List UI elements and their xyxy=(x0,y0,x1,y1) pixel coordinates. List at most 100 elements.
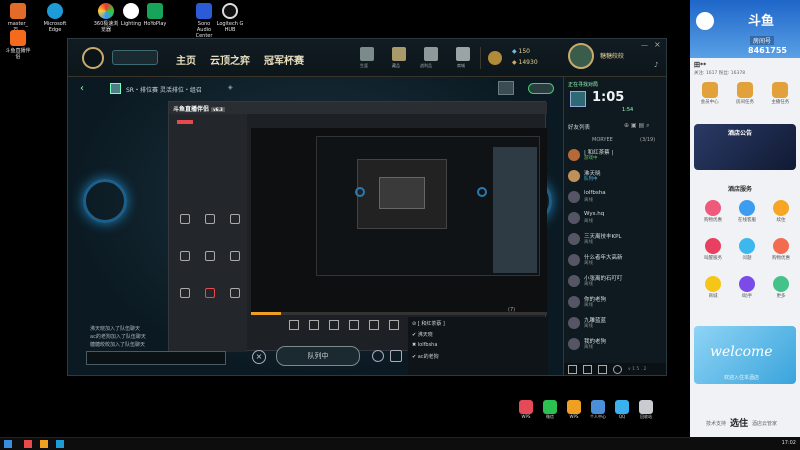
bell-icon[interactable]: ♪ xyxy=(654,61,658,69)
store-icon[interactable] xyxy=(456,47,470,61)
desktop-icon-360[interactable]: 360极速浏览器 xyxy=(92,3,120,33)
sidebar-tool-icon[interactable] xyxy=(204,287,215,298)
avatar[interactable] xyxy=(568,43,594,69)
sidebar-tool-icon[interactable] xyxy=(229,250,240,261)
preview-capture xyxy=(316,136,540,276)
league-top-bar: 主页 云顶之弈 冠军杯赛 生涯 藏品 战利品 商城 ◆ 150 ◆ 14930 … xyxy=(68,39,666,77)
sidebar-tool-icon[interactable] xyxy=(204,250,215,261)
service-item[interactable]: 在线客服 xyxy=(736,200,758,223)
taskbar-app[interactable] xyxy=(24,440,32,448)
profile-icon[interactable] xyxy=(360,47,374,61)
play-button[interactable] xyxy=(112,50,158,65)
toolbar-icon[interactable] xyxy=(329,320,339,330)
toolbar-icon[interactable] xyxy=(389,320,399,330)
friend-list-item[interactable]: 九雕蓝蓝 离线 xyxy=(568,315,664,331)
service-item[interactable]: 问题 xyxy=(736,238,758,261)
chat-icon[interactable] xyxy=(568,365,577,374)
sidebar-tool-icon[interactable] xyxy=(180,214,191,225)
dock-recycle[interactable]: 回收站 xyxy=(638,400,654,420)
service-item[interactable]: 叫醒服务 xyxy=(702,238,724,261)
friend-name: lolfbsha xyxy=(584,190,606,196)
edit-icon[interactable] xyxy=(372,350,384,362)
sidebar-tool-icon[interactable] xyxy=(204,214,215,225)
friend-avatar xyxy=(568,338,580,350)
tab-tft[interactable]: 云顶之弈 xyxy=(210,52,250,67)
in-queue-button[interactable]: 队列中 xyxy=(276,346,360,366)
friends-count: (3/19) xyxy=(640,137,656,143)
friend-list-item[interactable]: 小张离的石叮叮 离线 xyxy=(568,273,664,289)
toolbar-icon[interactable] xyxy=(309,320,319,330)
anchor-tasks[interactable]: 主播任务 xyxy=(769,82,791,122)
friend-avatar xyxy=(568,170,580,182)
sidebar-tool-icon[interactable] xyxy=(229,287,240,298)
friend-status: 离线 xyxy=(584,219,593,224)
minimize-icon[interactable]: — xyxy=(641,41,648,49)
dock-wechat[interactable]: 微信 xyxy=(542,400,558,420)
mic-icon[interactable] xyxy=(598,365,607,374)
close-icon[interactable]: × xyxy=(654,40,661,49)
friend-list-item[interactable]: 沸天晓 队列中 xyxy=(568,168,664,184)
start-icon[interactable] xyxy=(4,440,12,448)
grid-icon[interactable] xyxy=(390,350,402,362)
cancel-queue-button[interactable]: × xyxy=(252,350,266,364)
sidebar-tool-icon[interactable] xyxy=(180,287,191,298)
friends-group[interactable]: MORYEE xyxy=(592,137,613,143)
desktop-icon-ghub[interactable]: Logitech G HUB xyxy=(216,3,244,33)
sidebar-tab-active[interactable] xyxy=(177,120,193,124)
toolbar-icon[interactable] xyxy=(289,320,299,330)
sidebar-tool-icon[interactable] xyxy=(229,214,240,225)
service-item[interactable]: 购物优惠 xyxy=(770,238,792,261)
service-item[interactable]: 更多 xyxy=(770,276,792,299)
taskbar-app[interactable] xyxy=(40,440,48,448)
stream-app-window: 斗鱼直播伴侣 v6.3 xyxy=(168,101,547,352)
service-item[interactable]: 商城 xyxy=(702,276,724,299)
service-label: 购物优惠 xyxy=(704,218,722,223)
dock-personal[interactable]: 个人中心 xyxy=(590,400,606,420)
desktop-icon-master[interactable]: master_万... xyxy=(4,3,32,33)
service-item[interactable]: I助手 xyxy=(736,276,758,299)
feed-icon[interactable] xyxy=(583,365,592,374)
friend-status: 离线 xyxy=(584,282,593,287)
tab-clash[interactable]: 冠军杯赛 xyxy=(264,52,304,67)
service-item[interactable]: 续住 xyxy=(770,200,792,223)
service-label: 商城 xyxy=(708,294,718,299)
queue-timer-label: 正在寻找对局 xyxy=(568,82,599,88)
wps-icon xyxy=(519,400,533,414)
dock-qq[interactable]: QQ xyxy=(614,400,630,419)
room-tasks[interactable]: 房间任务 xyxy=(734,82,756,122)
desktop-icon-sono[interactable]: Sono Audio Center xyxy=(190,3,218,39)
rank-icon[interactable] xyxy=(498,81,514,95)
friend-list-item[interactable]: Wys.hq 离线 xyxy=(568,210,664,226)
toggle-switch[interactable] xyxy=(528,83,554,94)
back-icon[interactable]: ‹ xyxy=(80,83,84,94)
friend-list-item[interactable]: 你的老狗 离线 xyxy=(568,294,664,310)
loot-icon[interactable] xyxy=(424,47,438,61)
friend-list-item[interactable]: | 和红茶蔡 | 游戏中 xyxy=(568,147,664,163)
friend-list-item[interactable]: lolfbsha 离线 xyxy=(568,189,664,205)
tab-home[interactable]: 主页 xyxy=(176,52,196,67)
desktop-icon-edge[interactable]: Microsoft Edge xyxy=(41,3,69,33)
add-friend-icon[interactable]: ⊕ ▣ ▤ ⌕ xyxy=(624,122,649,130)
friend-list-item[interactable]: 什么者年大高新 离线 xyxy=(568,252,664,268)
queue-timer: 1:05 xyxy=(592,90,625,105)
dock-wps2[interactable]: WPS xyxy=(566,400,582,419)
xuanzhu-logo xyxy=(696,12,714,30)
info-icon[interactable]: ◈ xyxy=(228,84,233,91)
desktop-icon-hoyoplay[interactable]: HoYoPlay xyxy=(141,3,169,27)
collection-icon[interactable] xyxy=(392,47,406,61)
taskbar-app[interactable] xyxy=(56,440,64,448)
friend-list-item[interactable]: 三天离技丰KPL 离线 xyxy=(568,231,664,247)
service-item[interactable]: 购物优惠 xyxy=(702,200,724,223)
sidebar-tool-icon[interactable] xyxy=(180,250,191,261)
wechat-icon xyxy=(543,400,557,414)
toolbar-icon[interactable] xyxy=(369,320,379,330)
friend-list-item[interactable]: 我的老狗 离线 xyxy=(568,336,664,352)
member-center[interactable]: 会员中心 xyxy=(699,82,721,122)
friend-avatar xyxy=(568,296,580,308)
help-icon[interactable] xyxy=(613,365,622,374)
dock-wps[interactable]: WPS xyxy=(518,400,534,419)
friend-avatar xyxy=(568,317,580,329)
toolbar-icon[interactable] xyxy=(349,320,359,330)
chat-input[interactable] xyxy=(86,351,226,365)
desktop-icon-douyu[interactable]: 斗鱼直播伴侣 xyxy=(4,30,32,60)
